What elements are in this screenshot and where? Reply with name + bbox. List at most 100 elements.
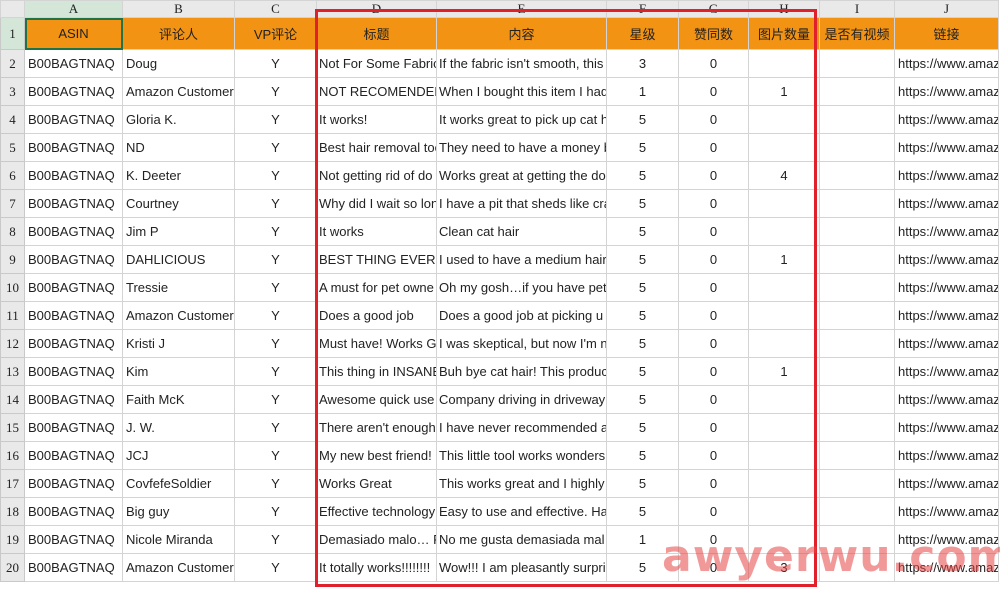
header-cell-title[interactable]: 标题 [316,17,437,50]
likes-cell[interactable]: 0 [678,189,749,218]
header-cell-image-count[interactable]: 图片数量 [748,17,820,50]
row-number[interactable]: 4 [0,105,25,134]
content-cell[interactable]: I have a pit that sheds like cra [436,189,607,218]
content-cell[interactable]: This works great and I highly [436,469,607,498]
reviewer-cell[interactable]: ND [122,133,235,162]
header-cell-has-video[interactable]: 是否有视频 [819,17,895,50]
vp-review-cell[interactable]: Y [234,245,317,274]
content-cell[interactable]: Oh my gosh…if you have pet [436,273,607,302]
stars-cell[interactable]: 5 [606,441,679,470]
vp-review-cell[interactable]: Y [234,161,317,190]
row-number[interactable]: 5 [0,133,25,162]
reviewer-cell[interactable]: Courtney [122,189,235,218]
vp-review-cell[interactable]: Y [234,329,317,358]
stars-cell[interactable]: 5 [606,133,679,162]
asin-cell[interactable]: B00BAGTNAQ [24,553,123,582]
vp-review-cell[interactable]: Y [234,49,317,78]
likes-cell[interactable]: 0 [678,301,749,330]
image-count-cell[interactable]: 1 [748,245,820,274]
has-video-cell[interactable] [819,217,895,246]
title-cell[interactable]: Demasiado malo… R [316,525,437,554]
reviewer-cell[interactable]: CovfefeSoldier [122,469,235,498]
link-cell[interactable]: https://www.amaz [894,105,999,134]
likes-cell[interactable]: 0 [678,77,749,106]
has-video-cell[interactable] [819,77,895,106]
content-cell[interactable]: Does a good job at picking u [436,301,607,330]
image-count-cell[interactable]: 3 [748,553,820,582]
vp-review-cell[interactable]: Y [234,105,317,134]
has-video-cell[interactable] [819,497,895,526]
title-cell[interactable]: It totally works!!!!!!!! [316,553,437,582]
link-cell[interactable]: https://www.amaz [894,441,999,470]
column-header-f[interactable]: F [606,0,679,18]
image-count-cell[interactable] [748,273,820,302]
column-header-a[interactable]: A [24,0,123,18]
title-cell[interactable]: Why did I wait so lon [316,189,437,218]
link-cell[interactable]: https://www.amaz [894,357,999,386]
row-number[interactable]: 20 [0,553,25,582]
asin-cell[interactable]: B00BAGTNAQ [24,357,123,386]
likes-cell[interactable]: 0 [678,525,749,554]
reviewer-cell[interactable]: Jim P [122,217,235,246]
reviewer-cell[interactable]: JCJ [122,441,235,470]
title-cell[interactable]: Effective technology [316,497,437,526]
reviewer-cell[interactable]: Tressie [122,273,235,302]
content-cell[interactable]: I used to have a medium hair [436,245,607,274]
link-cell[interactable]: https://www.amaz [894,413,999,442]
image-count-cell[interactable] [748,413,820,442]
title-cell[interactable]: Best hair removal too [316,133,437,162]
has-video-cell[interactable] [819,105,895,134]
likes-cell[interactable]: 0 [678,497,749,526]
vp-review-cell[interactable]: Y [234,217,317,246]
image-count-cell[interactable] [748,301,820,330]
asin-cell[interactable]: B00BAGTNAQ [24,413,123,442]
likes-cell[interactable]: 0 [678,49,749,78]
asin-cell[interactable]: B00BAGTNAQ [24,469,123,498]
image-count-cell[interactable] [748,105,820,134]
title-cell[interactable]: A must for pet owne [316,273,437,302]
stars-cell[interactable]: 5 [606,497,679,526]
image-count-cell[interactable] [748,441,820,470]
stars-cell[interactable]: 5 [606,553,679,582]
vp-review-cell[interactable]: Y [234,133,317,162]
stars-cell[interactable]: 5 [606,385,679,414]
reviewer-cell[interactable]: Big guy [122,497,235,526]
asin-cell[interactable]: B00BAGTNAQ [24,385,123,414]
has-video-cell[interactable] [819,161,895,190]
content-cell[interactable]: Buh bye cat hair! This produc [436,357,607,386]
reviewer-cell[interactable]: K. Deeter [122,161,235,190]
row-number[interactable]: 7 [0,189,25,218]
header-cell-likes[interactable]: 赞同数 [678,17,749,50]
column-header-i[interactable]: I [819,0,895,18]
row-number[interactable]: 9 [0,245,25,274]
asin-cell[interactable]: B00BAGTNAQ [24,441,123,470]
asin-cell[interactable]: B00BAGTNAQ [24,49,123,78]
header-cell-reviewer[interactable]: 评论人 [122,17,235,50]
asin-cell[interactable]: B00BAGTNAQ [24,497,123,526]
likes-cell[interactable]: 0 [678,105,749,134]
reviewer-cell[interactable]: J. W. [122,413,235,442]
likes-cell[interactable]: 0 [678,329,749,358]
image-count-cell[interactable]: 4 [748,161,820,190]
asin-cell[interactable]: B00BAGTNAQ [24,245,123,274]
header-cell-link[interactable]: 链接 [894,17,999,50]
column-header-h[interactable]: H [748,0,820,18]
stars-cell[interactable]: 5 [606,217,679,246]
image-count-cell[interactable] [748,217,820,246]
row-number[interactable]: 18 [0,497,25,526]
link-cell[interactable]: https://www.amaz [894,553,999,582]
likes-cell[interactable]: 0 [678,469,749,498]
row-number[interactable]: 8 [0,217,25,246]
likes-cell[interactable]: 0 [678,161,749,190]
header-cell-content[interactable]: 内容 [436,17,607,50]
image-count-cell[interactable] [748,49,820,78]
link-cell[interactable]: https://www.amaz [894,301,999,330]
has-video-cell[interactable] [819,245,895,274]
image-count-cell[interactable] [748,497,820,526]
row-number[interactable]: 6 [0,161,25,190]
vp-review-cell[interactable]: Y [234,301,317,330]
row-number[interactable]: 2 [0,49,25,78]
likes-cell[interactable]: 0 [678,217,749,246]
has-video-cell[interactable] [819,525,895,554]
stars-cell[interactable]: 5 [606,413,679,442]
